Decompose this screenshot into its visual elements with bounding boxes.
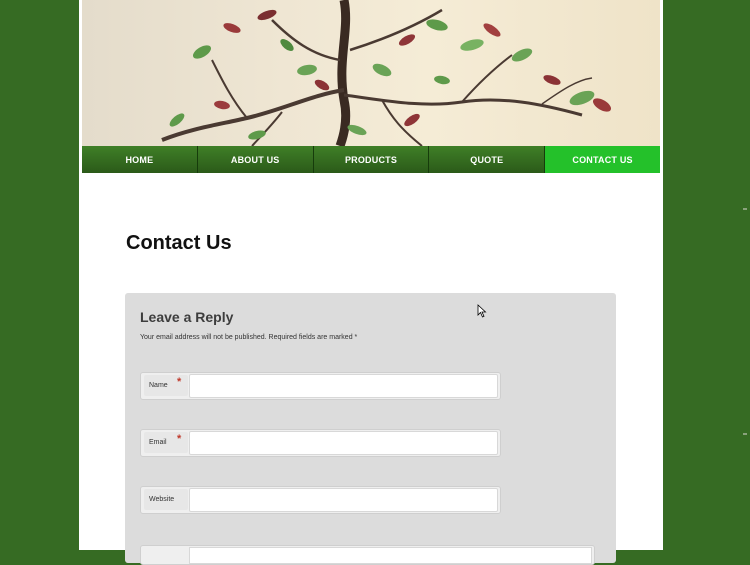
page-title: Contact Us xyxy=(126,232,232,254)
nav-item-about-us[interactable]: ABOUT US xyxy=(197,146,314,173)
name-label: Name xyxy=(144,375,188,396)
comment-form: Leave a Reply Your email address will no… xyxy=(125,293,616,565)
nav-item-home[interactable]: HOME xyxy=(82,146,198,173)
website-field: Website xyxy=(140,486,501,514)
header-banner-image xyxy=(82,0,660,146)
email-input[interactable] xyxy=(189,431,498,455)
website-label: Website xyxy=(144,489,188,510)
email-label-text: Email xyxy=(149,439,167,446)
website-label-text: Website xyxy=(149,496,175,503)
bonsai-illustration xyxy=(161,0,612,146)
scrollbar-marker xyxy=(743,208,747,210)
nav-item-products[interactable]: PRODUCTS xyxy=(313,146,430,173)
mouse-pointer-icon xyxy=(477,304,487,318)
name-label-text: Name xyxy=(149,382,168,389)
nav-item-quote[interactable]: QUOTE xyxy=(429,146,546,173)
comment-field xyxy=(140,545,595,565)
nav-item-contact-us[interactable]: CONTACT US xyxy=(545,146,660,173)
main-navigation: HOME ABOUT US PRODUCTS QUOTE CONTACT US xyxy=(82,146,660,173)
website-input[interactable] xyxy=(189,488,498,512)
email-label: Email xyxy=(144,432,188,453)
name-field: Name * xyxy=(140,372,501,400)
name-input[interactable] xyxy=(189,374,498,398)
reply-heading: Leave a Reply xyxy=(140,309,234,325)
required-fields-note: Your email address will not be published… xyxy=(140,334,358,341)
scrollbar-marker xyxy=(743,433,747,435)
required-asterisk: * xyxy=(177,376,182,388)
required-asterisk: * xyxy=(177,433,182,445)
email-field: Email * xyxy=(140,429,501,457)
